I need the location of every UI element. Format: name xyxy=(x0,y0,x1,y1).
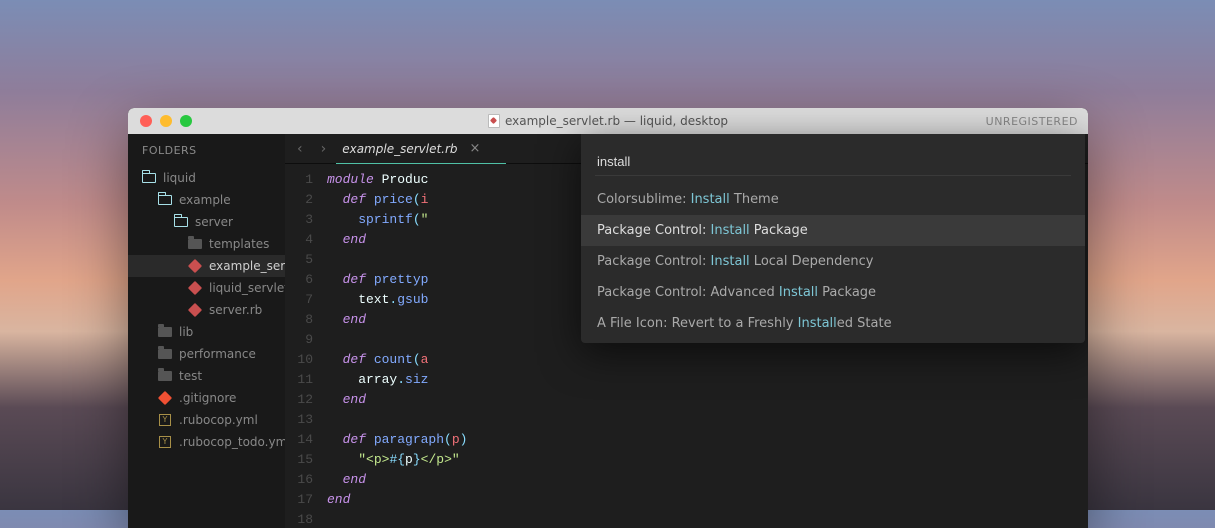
yml-icon: Y xyxy=(158,435,172,449)
folder-closed-icon xyxy=(188,237,202,251)
tree-item[interactable]: example xyxy=(128,189,285,211)
tree-item-label: server.rb xyxy=(209,303,262,317)
tree-item-label: liquid xyxy=(163,171,196,185)
command-palette: Colorsublime: Install ThemePackage Contr… xyxy=(581,134,1085,343)
folder-open-icon xyxy=(174,215,188,229)
close-window-icon[interactable] xyxy=(140,115,152,127)
tab-active[interactable]: example_servlet.rb × xyxy=(342,134,480,164)
folders-header: FOLDERS xyxy=(128,144,285,167)
tree-item[interactable]: test xyxy=(128,365,285,387)
folder-open-icon xyxy=(142,171,156,185)
palette-item[interactable]: Package Control: Advanced Install Packag… xyxy=(581,277,1085,308)
folder-closed-icon xyxy=(158,369,172,383)
tree-item-label: performance xyxy=(179,347,256,361)
ruby-icon xyxy=(188,303,202,317)
tree-item[interactable]: templates xyxy=(128,233,285,255)
tree-item[interactable]: server.rb xyxy=(128,299,285,321)
tree-item-label: .gitignore xyxy=(179,391,236,405)
tab-label: example_servlet.rb xyxy=(342,142,457,156)
window-title: example_servlet.rb — liquid, desktop xyxy=(128,114,1088,128)
ruby-icon xyxy=(188,281,202,295)
tree-item-label: test xyxy=(179,369,202,383)
tree-item[interactable]: liquid_servlet. xyxy=(128,277,285,299)
unregistered-label: UNREGISTERED xyxy=(986,115,1078,128)
folder-open-icon xyxy=(158,193,172,207)
git-icon xyxy=(158,391,172,405)
yml-icon: Y xyxy=(158,413,172,427)
tree-item[interactable]: Y .rubocop_todo.yml xyxy=(128,431,285,453)
folder-tree: liquid example server templates example_serv… xyxy=(128,167,285,453)
tree-item[interactable]: server xyxy=(128,211,285,233)
ruby-icon xyxy=(188,259,202,273)
tree-item-label: .rubocop.yml xyxy=(179,413,258,427)
palette-item[interactable]: Package Control: Install Local Dependenc… xyxy=(581,246,1085,277)
tab-close-icon[interactable]: × xyxy=(470,141,481,156)
palette-item[interactable]: Package Control: Install Package xyxy=(581,215,1085,246)
folder-closed-icon xyxy=(158,325,172,339)
tree-item-label: server xyxy=(195,215,233,229)
titlebar: example_servlet.rb — liquid, desktop UNR… xyxy=(128,108,1088,134)
code-content[interactable]: module Produc def price(i sprintf(" end … xyxy=(321,164,467,528)
ruby-file-icon xyxy=(488,114,500,128)
minimize-window-icon[interactable] xyxy=(160,115,172,127)
tree-item[interactable]: performance xyxy=(128,343,285,365)
tree-item[interactable]: .gitignore xyxy=(128,387,285,409)
tree-item[interactable]: Y .rubocop.yml xyxy=(128,409,285,431)
tree-item[interactable]: lib xyxy=(128,321,285,343)
zoom-window-icon[interactable] xyxy=(180,115,192,127)
tree-item-label: liquid_servlet. xyxy=(209,281,285,295)
folder-closed-icon xyxy=(158,347,172,361)
line-gutter: 123456789101112131415161718 xyxy=(285,164,321,528)
tree-item-label: lib xyxy=(179,325,193,339)
tree-item-label: templates xyxy=(209,237,269,251)
tree-item-label: .rubocop_todo.yml xyxy=(179,435,285,449)
nav-forward-icon[interactable]: › xyxy=(319,141,329,157)
palette-item[interactable]: Colorsublime: Install Theme xyxy=(581,184,1085,215)
tree-item[interactable]: liquid xyxy=(128,167,285,189)
nav-back-icon[interactable]: ‹ xyxy=(295,141,305,157)
traffic-lights xyxy=(128,115,192,127)
tree-item-label: example xyxy=(179,193,231,207)
tree-item[interactable]: example_servl xyxy=(128,255,285,277)
tree-item-label: example_servl xyxy=(209,259,285,273)
palette-input[interactable] xyxy=(595,148,1071,176)
sidebar: FOLDERS liquid example server templates exam… xyxy=(128,134,285,528)
palette-item[interactable]: A File Icon: Revert to a Freshly Install… xyxy=(581,308,1085,339)
main-area: ‹ › example_servlet.rb × ⋮ 1234567891011… xyxy=(285,134,1088,528)
editor-window: example_servlet.rb — liquid, desktop UNR… xyxy=(128,108,1088,528)
